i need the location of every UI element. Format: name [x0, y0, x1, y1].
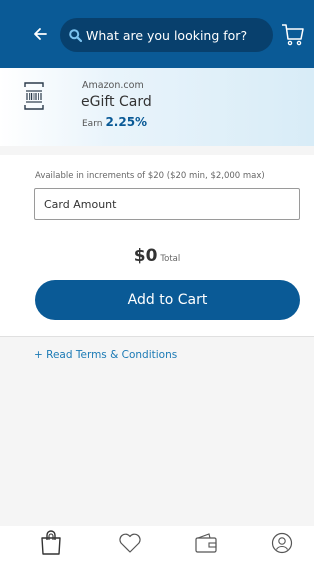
purchase-card: Available in increments of $20 ($20 min,…	[0, 155, 314, 337]
account-icon	[271, 532, 293, 554]
heart-icon	[119, 533, 141, 553]
search-bar[interactable]	[60, 18, 273, 52]
nav-wallet-tab[interactable]	[193, 530, 219, 556]
bottom-nav	[0, 526, 314, 563]
nav-shop-tab[interactable]	[38, 530, 64, 556]
cart-button[interactable]	[280, 22, 306, 48]
nav-account-tab[interactable]	[269, 530, 295, 556]
search-input[interactable]	[86, 27, 266, 43]
amount-hint: Available in increments of $20 ($20 min,…	[35, 171, 265, 181]
gift-card-icon	[24, 82, 44, 110]
card-amount-field[interactable]	[34, 188, 300, 220]
back-arrow-icon	[34, 28, 47, 40]
cart-icon	[282, 24, 304, 46]
earn-label: Earn	[82, 119, 103, 129]
product-banner: Amazon.com eGift Card Earn 2.25%	[0, 68, 314, 146]
total-label: Total	[160, 254, 181, 264]
product-page: Amazon.com eGift Card Earn 2.25% Availab…	[0, 0, 314, 563]
earn-rate: Earn 2.25%	[82, 115, 147, 129]
add-to-cart-button[interactable]: Add to Cart	[35, 280, 300, 320]
nav-favorites-tab[interactable]	[117, 530, 143, 556]
search-icon	[68, 28, 82, 42]
top-header	[0, 0, 314, 68]
terms-conditions-link[interactable]: + Read Terms & Conditions	[34, 349, 177, 361]
earn-percentage: 2.25%	[105, 115, 148, 129]
wallet-icon	[195, 533, 217, 553]
shopping-bag-icon	[41, 530, 61, 555]
total-value: $0	[133, 246, 158, 266]
product-merchant: Amazon.com	[82, 80, 144, 91]
back-button[interactable]	[30, 23, 50, 45]
total-display: $0 Total	[0, 246, 314, 266]
product-name: eGift Card	[81, 94, 152, 110]
